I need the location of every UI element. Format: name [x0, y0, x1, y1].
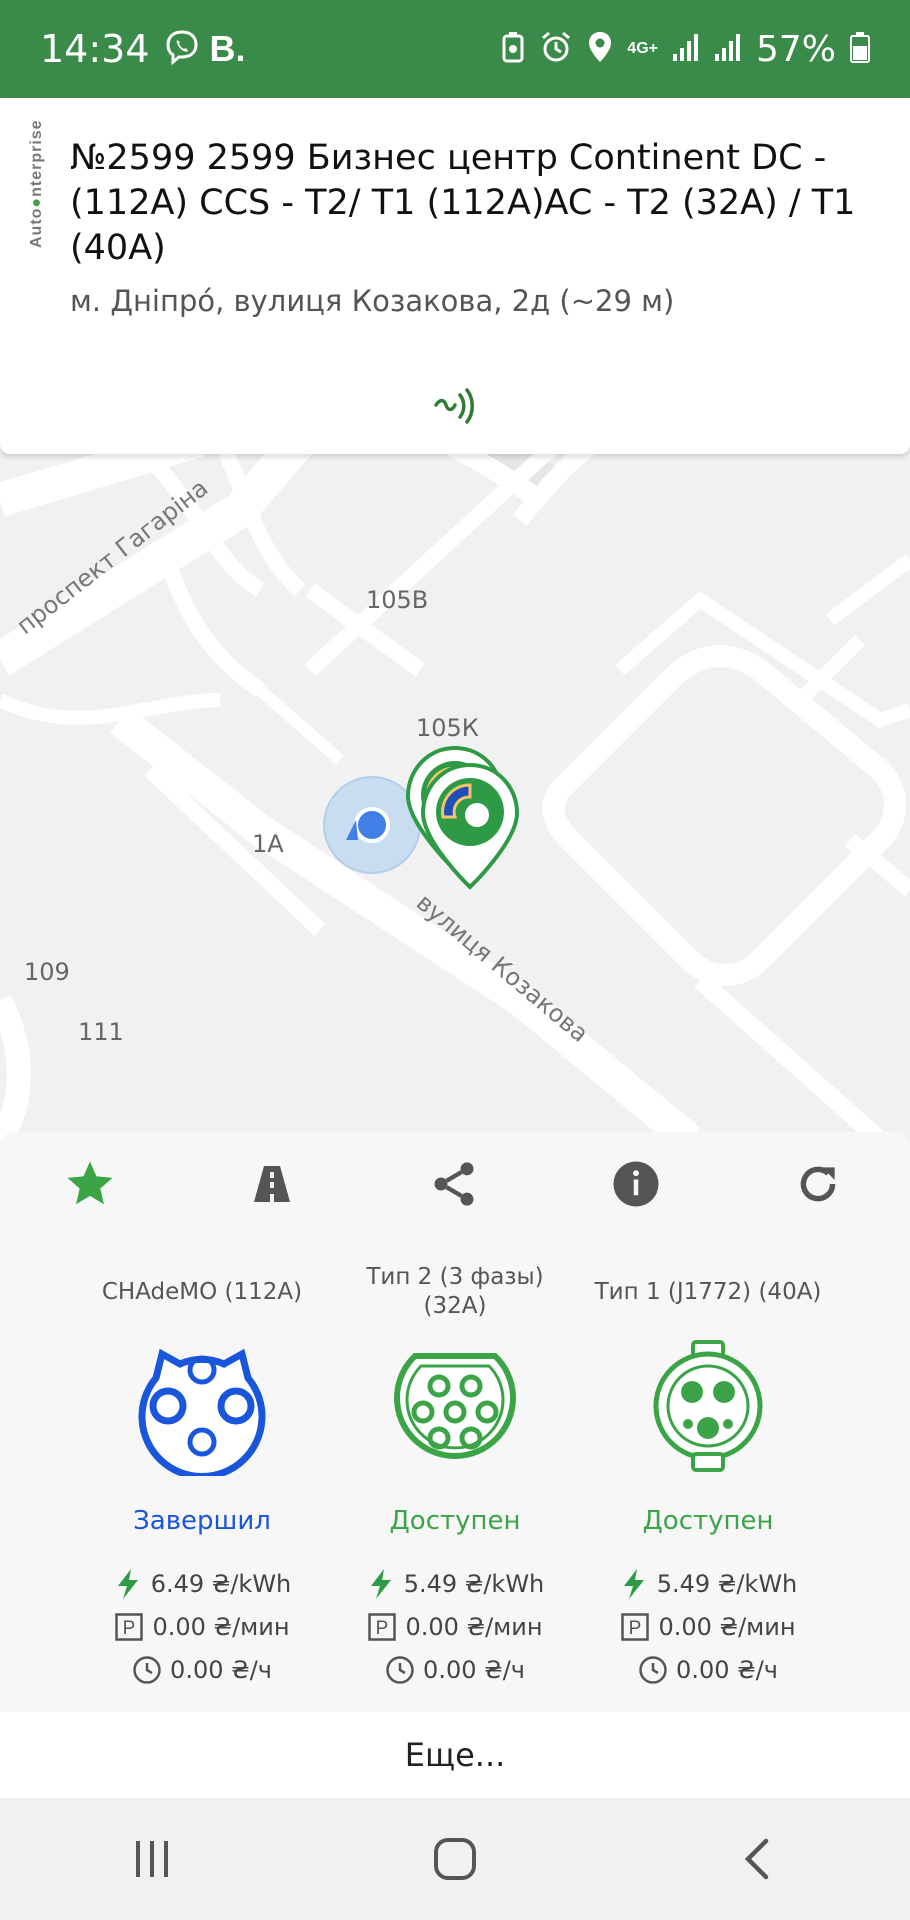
energy-price-row: 5.49 ₴/kWh	[619, 1566, 797, 1601]
action-bar	[0, 1132, 910, 1232]
signal-icon-2	[714, 32, 742, 67]
time-price-row: 0.00 ₴/ч	[385, 1652, 525, 1687]
map-label-111: 111	[78, 1018, 124, 1046]
svg-text:P: P	[629, 1618, 642, 1639]
connector-status: Завершил	[133, 1506, 271, 1536]
time-price-row: 0.00 ₴/ч	[132, 1652, 272, 1687]
clock-icon	[132, 1655, 162, 1685]
lightning-icon	[366, 1568, 396, 1599]
home-icon	[433, 1838, 476, 1880]
status-bar: 14:34 B. 4G+ 57%	[0, 0, 910, 98]
status-time: 14:34	[40, 27, 150, 71]
station-marker-2	[420, 762, 520, 890]
station-card[interactable]: Auto●nterprise №2599 2599 Бизнес центр C…	[0, 98, 910, 454]
share-button[interactable]	[424, 1154, 484, 1214]
brand-logo: Auto●nterprise	[28, 119, 45, 248]
clock-icon	[385, 1655, 415, 1685]
type1-plug-icon	[638, 1336, 778, 1476]
map-view[interactable]: 105В 105К 1А 109 111 проспект Гагаріна в…	[0, 440, 910, 1140]
parking-icon: P	[367, 1612, 397, 1642]
route-button[interactable]	[242, 1154, 302, 1214]
energy-price-row: 5.49 ₴/kWh	[366, 1566, 544, 1601]
station-title: №2599 2599 Бизнес центр Continent DC - (…	[70, 138, 856, 268]
station-details-panel: CHAdeMO (112A) Завершил 6.49 ₴/kWh P 0.0…	[0, 1132, 910, 1712]
connector-name: Тип 1 (J1772) (40A)	[594, 1278, 822, 1305]
network-type: 4G+	[627, 40, 658, 57]
refresh-button[interactable]	[788, 1154, 848, 1214]
parking-icon: P	[620, 1612, 650, 1642]
parking-price-row: P 0.00 ₴/мин	[620, 1609, 796, 1644]
svg-text:P: P	[376, 1618, 389, 1639]
chademo-plug-icon	[132, 1336, 272, 1480]
viber-b-text: B.	[209, 28, 246, 69]
parking-price-row: P 0.00 ₴/мин	[114, 1609, 290, 1644]
viber-icon	[164, 29, 200, 70]
map-label-105k: 105К	[416, 714, 479, 742]
connector-name: CHAdeMO (112A)	[101, 1278, 303, 1305]
time-price-row: 0.00 ₴/ч	[638, 1652, 778, 1687]
refresh-icon	[800, 1166, 836, 1202]
battery-icon	[850, 31, 870, 68]
parking-price-row: P 0.00 ₴/мин	[367, 1609, 543, 1644]
map-label-1a: 1А	[252, 830, 284, 858]
lightning-icon	[619, 1568, 649, 1599]
star-icon	[67, 1161, 113, 1205]
battery-saver-icon	[501, 31, 525, 68]
parking-icon: P	[114, 1612, 144, 1642]
connector-type2[interactable]: Тип 2 (3 фазы) (32A) Доступен 5.49 ₴/kWh	[335, 1262, 575, 1687]
connector-type1[interactable]: Тип 1 (J1772) (40A) Доступен 5.49 ₴/kWh	[588, 1262, 828, 1687]
battery-percent: 57%	[755, 28, 836, 70]
info-button[interactable]	[606, 1154, 666, 1214]
map-label-105v: 105В	[366, 586, 429, 614]
user-location-dot	[354, 807, 390, 843]
share-icon	[434, 1162, 474, 1206]
home-button[interactable]	[415, 1819, 495, 1899]
energy-price-row: 6.49 ₴/kWh	[113, 1566, 291, 1601]
system-nav-bar	[0, 1798, 910, 1920]
signal-icon-1	[672, 32, 700, 67]
connector-chademo[interactable]: CHAdeMO (112A) Завершил 6.49 ₴/kWh P 0.0…	[82, 1262, 322, 1687]
alarm-icon	[539, 30, 573, 69]
svg-text:P: P	[123, 1618, 136, 1639]
back-button[interactable]	[718, 1819, 798, 1899]
station-address: м. Дніпро́, вулиця Козакова, 2д (~29 м)	[70, 284, 675, 318]
type2-plug-icon	[385, 1336, 525, 1476]
connector-status: Доступен	[389, 1506, 521, 1536]
more-button[interactable]: Еще...	[0, 1712, 910, 1798]
info-icon	[613, 1161, 659, 1207]
nfc-icon[interactable]	[432, 383, 478, 429]
favorite-button[interactable]	[60, 1154, 120, 1214]
map-label-109: 109	[24, 958, 70, 986]
location-icon	[587, 30, 613, 69]
clock-icon	[638, 1655, 668, 1685]
recent-apps-icon	[135, 1841, 168, 1877]
connector-name: Тип 2 (3 фазы) (32A)	[366, 1264, 544, 1319]
road-icon	[254, 1166, 290, 1202]
back-icon	[745, 1838, 769, 1880]
recent-apps-button[interactable]	[112, 1819, 192, 1899]
lightning-icon	[113, 1568, 143, 1599]
connector-status: Доступен	[642, 1506, 774, 1536]
